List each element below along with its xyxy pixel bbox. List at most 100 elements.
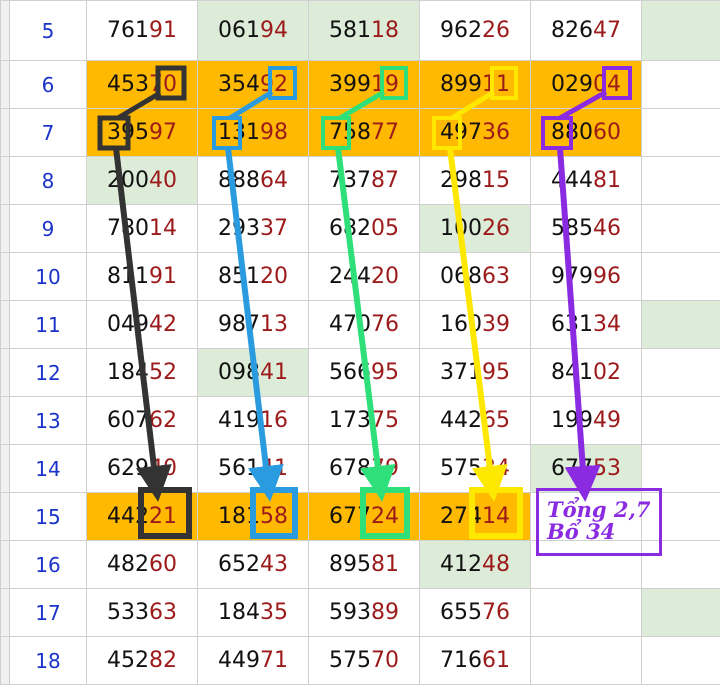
result-cell[interactable]: 78014: [87, 205, 198, 253]
result-cell[interactable]: 37195: [420, 349, 531, 397]
result-cell[interactable]: 17375: [309, 397, 420, 445]
empty-cell[interactable]: [642, 61, 720, 109]
result-cell[interactable]: 67753: [531, 445, 642, 493]
empty-cell[interactable]: [642, 349, 720, 397]
result-cell[interactable]: 48260: [87, 541, 198, 589]
value-tail: 76: [482, 600, 510, 625]
result-cell[interactable]: 84102: [531, 349, 642, 397]
result-cell[interactable]: 88060: [531, 109, 642, 157]
empty-cell[interactable]: [642, 445, 720, 493]
result-cell[interactable]: 82647: [531, 1, 642, 61]
empty-cell[interactable]: [642, 253, 720, 301]
result-cell[interactable]: 09841: [198, 349, 309, 397]
result-cell[interactable]: 97996: [531, 253, 642, 301]
empty-cell[interactable]: [642, 397, 720, 445]
result-cell[interactable]: 58546: [531, 205, 642, 253]
result-cell[interactable]: 39597: [87, 109, 198, 157]
result-cell[interactable]: 45282: [87, 637, 198, 685]
result-cell[interactable]: 44971: [198, 637, 309, 685]
value-prefix: 533: [107, 600, 149, 625]
result-cell[interactable]: 96226: [420, 1, 531, 61]
value-tail: 52: [149, 360, 177, 385]
result-cell[interactable]: 68205: [309, 205, 420, 253]
result-cell[interactable]: 27414: [420, 493, 531, 541]
result-cell[interactable]: 67879: [309, 445, 420, 493]
result-cell[interactable]: 13198: [198, 109, 309, 157]
result-cell[interactable]: 53363: [87, 589, 198, 637]
result-cell[interactable]: 98713: [198, 301, 309, 349]
annotation-line-1: Tổng 2,7: [547, 499, 659, 521]
empty-cell[interactable]: [642, 301, 720, 349]
result-cell[interactable]: 75877: [309, 109, 420, 157]
result-cell[interactable]: 29337: [198, 205, 309, 253]
result-cell[interactable]: 20040: [87, 157, 198, 205]
empty-cell[interactable]: [642, 589, 720, 637]
result-cell[interactable]: 41248: [420, 541, 531, 589]
result-cell[interactable]: 16039: [420, 301, 531, 349]
result-cell[interactable]: 06194: [198, 1, 309, 61]
result-cell[interactable]: 89581: [309, 541, 420, 589]
result-cell[interactable]: 62940: [87, 445, 198, 493]
result-cell[interactable]: 02904: [531, 61, 642, 109]
result-cell[interactable]: 19949: [531, 397, 642, 445]
value-prefix: 181: [218, 504, 260, 529]
value-prefix: 888: [218, 168, 260, 193]
value-prefix: 677: [329, 504, 371, 529]
result-cell[interactable]: 44221: [87, 493, 198, 541]
result-cell[interactable]: 56141: [198, 445, 309, 493]
result-cell[interactable]: 49736: [420, 109, 531, 157]
table-row: 136076241916173754426519949: [1, 397, 720, 445]
result-cell[interactable]: 88864: [198, 157, 309, 205]
result-cell[interactable]: 24420: [309, 253, 420, 301]
result-cell[interactable]: [531, 589, 642, 637]
empty-cell[interactable]: [642, 109, 720, 157]
result-cell[interactable]: 85120: [198, 253, 309, 301]
value-tail: 70: [371, 648, 399, 673]
result-cell[interactable]: 67724: [309, 493, 420, 541]
result-cell[interactable]: 57570: [309, 637, 420, 685]
result-cell[interactable]: 89911: [420, 61, 531, 109]
value-prefix: 678: [329, 456, 371, 481]
result-cell[interactable]: 04942: [87, 301, 198, 349]
result-cell[interactable]: 44265: [420, 397, 531, 445]
result-cell[interactable]: 59389: [309, 589, 420, 637]
row-number: 9: [10, 205, 87, 253]
empty-cell[interactable]: [642, 157, 720, 205]
value-prefix: 581: [329, 18, 371, 43]
result-cell[interactable]: 39919: [309, 61, 420, 109]
result-cell[interactable]: 18435: [198, 589, 309, 637]
result-cell[interactable]: 18158: [198, 493, 309, 541]
result-cell[interactable]: 56695: [309, 349, 420, 397]
result-cell[interactable]: 44481: [531, 157, 642, 205]
result-cell[interactable]: 58118: [309, 1, 420, 61]
value-prefix: 098: [218, 360, 260, 385]
value-prefix: 677: [551, 456, 593, 481]
table-row: 1845282449715757071661: [1, 637, 720, 685]
result-cell[interactable]: 65243: [198, 541, 309, 589]
result-cell[interactable]: 29815: [420, 157, 531, 205]
result-cell[interactable]: 71661: [420, 637, 531, 685]
result-cell[interactable]: 81191: [87, 253, 198, 301]
empty-cell[interactable]: [642, 205, 720, 253]
result-cell[interactable]: 60762: [87, 397, 198, 445]
result-cell[interactable]: 45370: [87, 61, 198, 109]
result-cell[interactable]: 35492: [198, 61, 309, 109]
result-cell[interactable]: 63134: [531, 301, 642, 349]
value-tail: 91: [149, 264, 177, 289]
result-cell[interactable]: 76191: [87, 1, 198, 61]
empty-cell[interactable]: [642, 1, 720, 61]
result-cell[interactable]: 57534: [420, 445, 531, 493]
result-cell[interactable]: 41916: [198, 397, 309, 445]
result-cell[interactable]: 10026: [420, 205, 531, 253]
value-tail: 63: [482, 264, 510, 289]
result-cell[interactable]: 18452: [87, 349, 198, 397]
value-prefix: 200: [107, 168, 149, 193]
result-cell[interactable]: 47076: [309, 301, 420, 349]
result-cell[interactable]: 06863: [420, 253, 531, 301]
empty-cell[interactable]: [642, 637, 720, 685]
value-tail: 95: [482, 360, 510, 385]
value-tail: 05: [371, 216, 399, 241]
result-cell[interactable]: 73787: [309, 157, 420, 205]
result-cell[interactable]: [531, 637, 642, 685]
result-cell[interactable]: 65576: [420, 589, 531, 637]
